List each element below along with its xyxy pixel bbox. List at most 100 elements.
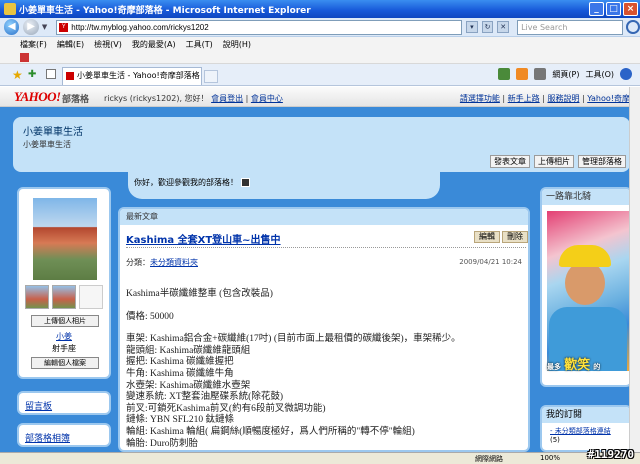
forward-button[interactable]: ▶ — [23, 19, 39, 35]
body-line: 輪組: Kashima 輪組( 扁鋼絲(順暢度極好，爲人們所稱的"轉不停"輪組) — [126, 426, 415, 437]
page-scrollbar[interactable] — [629, 87, 640, 452]
body-line: Kashima半碳纖維整車 (包含改裝品) — [126, 289, 273, 299]
address-input[interactable]: Y http://tw.myblog.yahoo.com/rickys1202 — [56, 19, 463, 35]
tools-menu[interactable]: 工具(O) — [585, 69, 614, 80]
blog-title[interactable]: 小姜單車生活 — [23, 123, 83, 138]
post-category: 分類：未分類資料夾 — [126, 257, 198, 268]
select-function-link[interactable]: 請選擇功能 — [460, 94, 500, 103]
delete-post-button[interactable]: 刪除 — [502, 231, 528, 243]
body-line: 鏈條: YBN SFL210 鈦鏈條 — [126, 415, 234, 426]
subscription-link[interactable]: - 未分類部落格連結 — [542, 423, 630, 436]
help-icon[interactable] — [620, 68, 632, 80]
favorites-star-icon[interactable]: ★ — [12, 68, 23, 82]
menu-file[interactable]: 檔案(F) — [20, 39, 47, 50]
post-date: 2009/04/21 10:24 — [459, 258, 522, 266]
post-article-button[interactable]: 發表文章 — [490, 155, 530, 168]
address-url: http://tw.myblog.yahoo.com/rickys1202 — [71, 22, 209, 32]
album-link[interactable]: 部落格相簿 — [25, 431, 70, 444]
ie-app-icon — [4, 3, 16, 15]
profile-name[interactable]: 小姜 — [19, 331, 109, 342]
history-dropdown-icon[interactable]: ▼ — [42, 23, 47, 31]
status-bar: 網際網路 100% — [0, 452, 640, 464]
guestbook-box: 留言板 — [17, 391, 111, 415]
member-center-link[interactable]: 會員中心 — [251, 94, 283, 103]
album-box: 部落格相簿 — [17, 423, 111, 447]
manage-blog-button[interactable]: 管理部落格 — [578, 155, 626, 168]
close-button[interactable]: × — [623, 2, 638, 16]
menu-favorites[interactable]: 我的最愛(A) — [132, 39, 176, 50]
search-input[interactable]: Live Search — [517, 19, 624, 35]
rss-icon[interactable] — [516, 68, 529, 80]
body-line: 輪胎: Duro防刺胎 — [126, 438, 199, 449]
minimize-button[interactable]: _ — [589, 2, 604, 16]
upload-photo-button[interactable]: 上傳相片 — [534, 155, 574, 168]
latest-articles-panel: 最新文章 Kashima 全套XT登山車~出售中 編輯 刪除 分類：未分類資料夾… — [118, 207, 530, 452]
upload-profile-photo-button[interactable]: 上傳個人相片 — [31, 315, 99, 327]
stop-icon[interactable]: ✕ — [497, 21, 510, 33]
greeting-box: 你好，歡迎參觀我的部落格！ — [128, 171, 440, 199]
menu-view[interactable]: 檢視(V) — [94, 39, 122, 50]
body-line: 握把: Kashima 碳纖維握把 — [126, 357, 234, 368]
tab-active[interactable]: 小姜單車生活 - Yahoo!奇摩部落格 — [62, 67, 202, 85]
photo-thumbnails — [25, 285, 103, 309]
right-box-title: 一路靠北騎 — [542, 189, 630, 205]
window-titlebar: 小姜單車生活 - Yahoo!奇摩部落格 - Microsoft Interne… — [0, 0, 640, 18]
menu-edit[interactable]: 編輯(E) — [57, 39, 84, 50]
links-bar — [0, 51, 640, 64]
guestbook-link[interactable]: 留言板 — [25, 399, 52, 412]
quick-tabs-icon[interactable] — [46, 69, 56, 79]
print-icon[interactable] — [534, 68, 547, 80]
yahoo-logo[interactable]: YAHOO! — [14, 89, 61, 105]
image-watermark: #119270 — [587, 448, 634, 461]
greeting-label: 你好，歡迎參觀我的部落格！ — [134, 178, 238, 187]
newbie-link[interactable]: 新手上路 — [508, 94, 540, 103]
edit-profile-button[interactable]: 編輯個人檔案 — [31, 357, 99, 369]
tab-favicon-icon — [66, 72, 74, 80]
zoom-level[interactable]: 100% — [540, 454, 560, 462]
tab-bar: ★ ✚ 小姜單車生活 - Yahoo!奇摩部落格 網頁(P) 工具(O) — [0, 64, 640, 86]
window-title: 小姜單車生活 - Yahoo!奇摩部落格 - Microsoft Interne… — [19, 5, 311, 16]
refresh-icon[interactable]: ↻ — [481, 21, 494, 33]
maximize-button[interactable]: □ — [606, 2, 621, 16]
dropdown-icon[interactable]: ▾ — [466, 21, 478, 33]
menu-help[interactable]: 說明(H) — [223, 39, 251, 50]
section-title: 最新文章 — [120, 209, 528, 225]
body-line: 牛角: Kashima 碳纖維牛角 — [126, 368, 234, 379]
web-page: YAHOO! 部落格 rickys (rickys1202), 您好！ 會員登出… — [0, 87, 640, 452]
photo-helmet — [559, 245, 611, 267]
right-photo-box: 一路靠北騎 最多 歡笑 的 — [540, 187, 632, 387]
yahoo-home-link[interactable]: Yahoo!奇摩 — [587, 94, 630, 103]
page-menu[interactable]: 網頁(P) — [552, 69, 579, 80]
back-button[interactable]: ◀ — [4, 19, 20, 35]
category-link[interactable]: 未分類資料夾 — [150, 258, 198, 267]
body-gap — [126, 301, 526, 312]
window-controls: _ □ × — [589, 2, 638, 16]
add-favorite-icon[interactable]: ✚ — [28, 69, 36, 80]
logout-link[interactable]: 會員登出 — [211, 94, 243, 103]
edit-pencil-icon[interactable] — [241, 178, 250, 187]
thumbnail[interactable] — [25, 285, 49, 309]
bicycle-thumbnail[interactable] — [79, 285, 103, 309]
home-icon[interactable] — [498, 68, 511, 80]
yahoo-topbar: YAHOO! 部落格 rickys (rickys1202), 您好！ 會員登出… — [0, 87, 640, 107]
menu-tools[interactable]: 工具(T) — [186, 39, 213, 50]
new-tab-button[interactable] — [204, 70, 218, 83]
links-icon[interactable] — [20, 53, 29, 62]
blog-subtitle: 小姜單車生活 — [23, 140, 71, 149]
body-line: 水壺架: Kashima碳纖維水壺架 — [126, 380, 251, 391]
category-label: 分類： — [126, 258, 150, 267]
help-link[interactable]: 服務說明 — [547, 94, 579, 103]
edit-post-button[interactable]: 編輯 — [474, 231, 500, 243]
greeting-text: 你好，歡迎參觀我的部落格！ — [134, 177, 250, 188]
thumbnail[interactable] — [52, 285, 76, 309]
featured-photo[interactable] — [547, 211, 629, 371]
menu-bar: 檔案(F) 編輯(E) 檢視(V) 我的最愛(A) 工具(T) 說明(H) — [0, 37, 640, 51]
caption-big: 歡笑 — [564, 358, 591, 373]
caption-prefix: 最多 — [547, 363, 561, 371]
search-icon[interactable] — [626, 20, 640, 34]
blog-actions: 發表文章 上傳相片 管理部落格 — [490, 155, 626, 168]
address-toolbar: ◀ ▶ ▼ Y http://tw.myblog.yahoo.com/ricky… — [0, 18, 640, 37]
post-title[interactable]: Kashima 全套XT登山車~出售中 — [126, 231, 281, 246]
profile-panel: 上傳個人相片 小姜 射手座 編輯個人檔案 — [17, 187, 111, 379]
profile-photo[interactable] — [33, 198, 97, 280]
